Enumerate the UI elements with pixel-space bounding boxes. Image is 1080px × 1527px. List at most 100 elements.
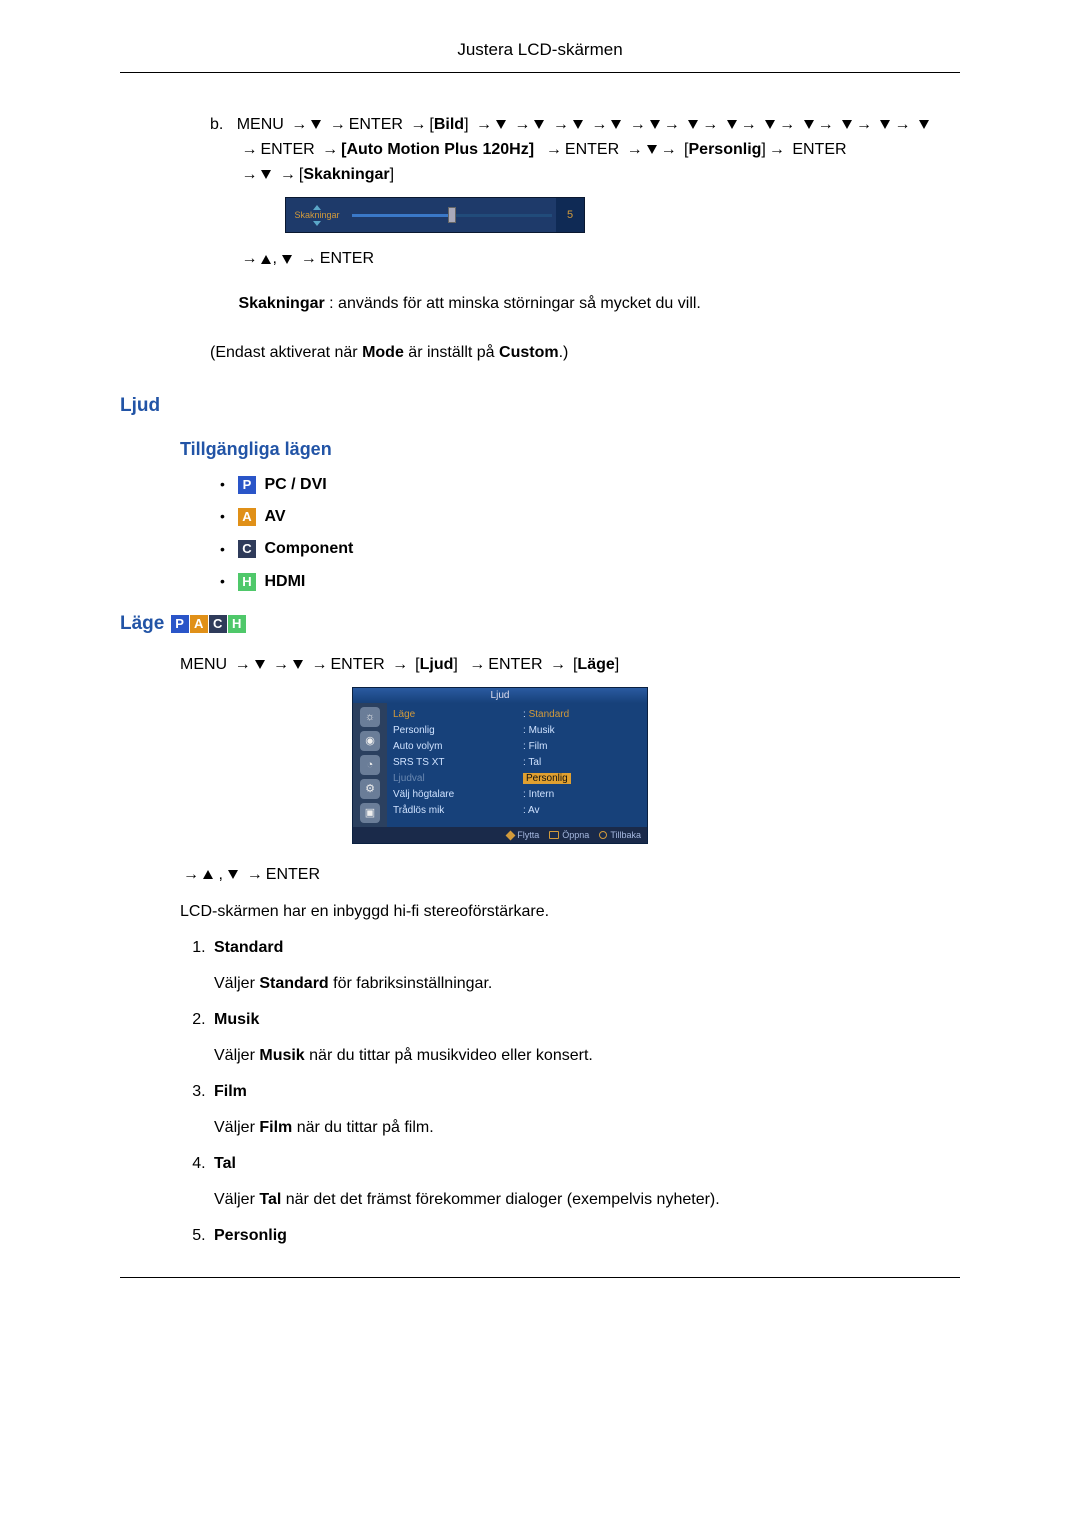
list-item: Film Väljer Film när du tittar på film. [210,1083,960,1137]
nav-bild: Bild [434,116,464,133]
osd-panel: Ljud ☼ ◉ ◔ ⚙ ▣ Läge Personlig Auto volym… [352,687,648,844]
mode-item-hdmi: H HDMI [220,573,960,591]
list-item: Musik Väljer Musik när du tittar på musi… [210,1011,960,1065]
down-icon [611,120,621,129]
mode-label: PC / DVI [264,476,326,493]
osd-title: Ljud [353,688,647,703]
nav-enter: ENTER [792,141,846,158]
lcd-desc: LCD-skärmen har en inbyggd hi-fi stereof… [180,903,960,921]
lage-text: Läge [120,613,164,634]
list-desc: Väljer Standard för fabriksinställningar… [214,975,960,993]
osd-val: Av [528,805,540,816]
osd-right-col: : Standard : Musik : Film : Tal Personli… [523,707,643,819]
step-b: b. MENU → →ENTER →[Bild] → → → → →→ → → … [210,113,960,187]
heading-ljud: Ljud [120,395,960,417]
badge-h-icon: H [228,615,246,633]
txt-mode: Mode [362,344,404,361]
after-menu-nav: → , →ENTER [180,862,960,888]
down-icon [573,120,583,129]
heading-lage: Läge PACH [120,613,960,635]
osd-item: Läge [393,707,523,723]
mode-item-av: A AV [220,508,960,526]
badge-a-icon: A [238,508,256,526]
lage-nav: MENU → → →ENTER →[Ljud] →ENTER →[Läge] [180,651,960,679]
osd-footer-move: Flytta [517,830,539,840]
osd-icon: ▣ [360,803,380,823]
osd-item: Personlig [393,723,523,739]
nav-enter: ENTER [320,250,374,267]
osd-footer-open: Öppna [562,830,589,840]
nav-enter: ENTER [565,141,619,158]
up-icon [261,255,271,264]
skakningar-desc: Skakningar : används för att minska stör… [210,292,960,317]
down-icon [647,145,657,154]
slider-label: Skakningar [294,211,339,220]
move-icon [506,830,516,840]
nav-enter: ENTER [488,656,542,673]
sound-mode-list: Standard Väljer Standard för fabriksinst… [182,939,960,1245]
down-icon [650,120,660,129]
osd-val: Film [529,741,548,752]
list-title: Film [214,1083,960,1101]
mode-label: Component [264,541,353,558]
osd-item: Auto volym [393,739,523,755]
only-active: (Endast aktiverat när Mode är inställt p… [210,341,960,365]
list-item: Standard Väljer Standard för fabriksinst… [210,939,960,993]
down-icon [261,170,271,179]
down-icon [727,120,737,129]
osd-val: Standard [529,709,570,720]
down-icon [804,120,814,129]
slider-left: Skakningar [286,198,348,232]
txt: (Endast aktiverat när [210,344,362,361]
txt: .) [559,344,569,361]
nav-ljud: Ljud [420,656,454,673]
slider-track[interactable] [348,198,556,232]
osd-left-col: Läge Personlig Auto volym SRS TS XT Ljud… [393,707,523,819]
down-icon [293,660,303,669]
list-title: Standard [214,939,960,957]
nav-automotion: Auto Motion Plus 120Hz [346,141,528,158]
osd-icon: ◔ [360,755,380,775]
down-icon [880,120,890,129]
slider-thumb[interactable] [448,207,456,223]
osd-footer: Flytta Öppna Tillbaka [353,827,647,843]
down-icon [842,120,852,129]
slider-panel: Skakningar 5 [285,197,585,233]
osd-item: SRS TS XT [393,755,523,771]
osd-val: Intern [529,789,555,800]
page-header: Justera LCD-skärmen [120,0,960,73]
down-icon [919,120,929,129]
skak-text: : används för att minska störningar så m… [325,295,701,312]
nav-enter: ENTER [260,141,314,158]
osd-val: Musik [529,725,555,736]
nav-enter: ENTER [266,866,320,883]
down-small-icon [313,221,321,226]
to-enter-line: →, →ENTER [210,247,960,272]
nav-enter: ENTER [349,116,403,133]
nav-skakningar: Skakningar [303,166,389,183]
enter-icon [549,831,559,839]
down-icon [255,660,265,669]
mode-label: AV [264,508,285,525]
osd-icon: ⚙ [360,779,380,799]
list-title: Tal [214,1155,960,1173]
heading-modes: Tillgängliga lägen [180,439,960,460]
skak-label: Skakningar [238,295,324,312]
list-desc: Väljer Tal när det det främst förekommer… [214,1191,960,1209]
osd-footer-back: Tillbaka [610,830,641,840]
badge-c-icon: C [238,540,256,558]
badge-c-icon: C [209,615,227,633]
footer-rule [120,1277,960,1278]
osd-item: Trådlös mik [393,803,523,819]
nav-lage: Läge [577,656,614,673]
page-content: b. MENU → →ENTER →[Bild] → → → → →→ → → … [120,73,960,1278]
txt-custom: Custom [499,344,559,361]
list-title: Personlig [214,1227,960,1245]
mode-item-pc: P PC / DVI [220,476,960,494]
slider-value: 5 [556,198,584,232]
down-icon [688,120,698,129]
step-letter: b. [210,116,223,133]
osd-icon-column: ☼ ◉ ◔ ⚙ ▣ [353,703,387,827]
list-desc: Väljer Film när du tittar på film. [214,1119,960,1137]
list-item: Personlig [210,1227,960,1245]
